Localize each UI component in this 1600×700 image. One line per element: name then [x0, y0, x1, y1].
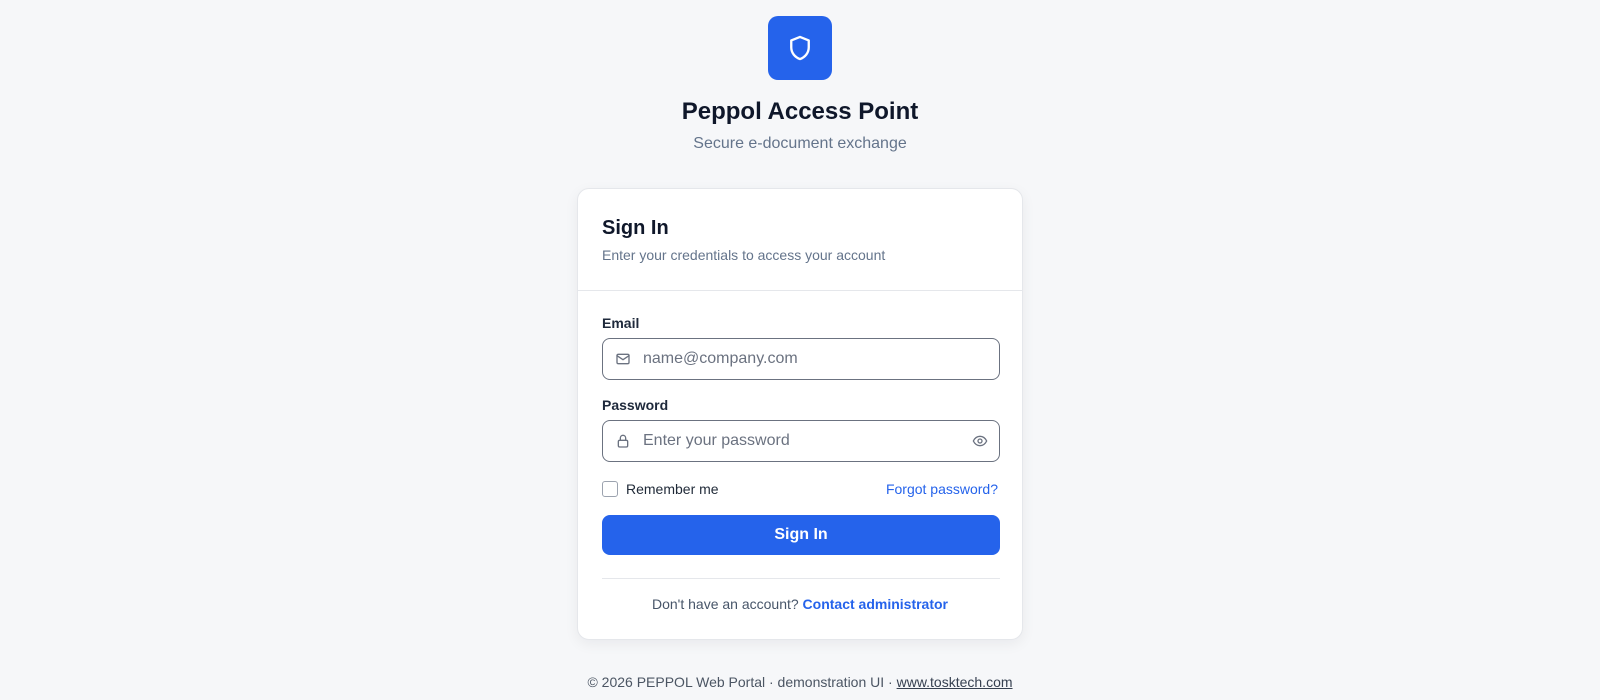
email-input[interactable] — [643, 339, 963, 379]
shield-icon — [790, 35, 810, 61]
remember-me-label: Remember me — [626, 481, 719, 497]
footer-website-link[interactable]: www.tosktech.com — [897, 674, 1013, 690]
lock-icon — [615, 433, 631, 449]
signup-prompt: Don't have an account? Contact administr… — [578, 596, 1022, 612]
email-label: Email — [602, 315, 640, 331]
eye-icon[interactable] — [971, 432, 989, 450]
sign-in-button[interactable]: Sign In — [602, 515, 1000, 555]
contact-administrator-link[interactable]: Contact administrator — [803, 596, 948, 612]
email-field[interactable] — [602, 338, 1000, 380]
card-subtitle: Enter your credentials to access your ac… — [602, 247, 886, 263]
forgot-password-link[interactable]: Forgot password? — [886, 481, 998, 497]
login-page: Peppol Access Point Secure e-document ex… — [0, 0, 1600, 700]
sign-in-card: Sign In Enter your credentials to access… — [577, 188, 1023, 640]
password-label: Password — [602, 397, 669, 413]
remember-me-checkbox[interactable] — [602, 481, 618, 497]
app-title: Peppol Access Point — [681, 98, 919, 125]
app-subtitle: Secure e-document exchange — [693, 135, 907, 152]
footer-text: © 2026 PEPPOL Web Portal · demonstration… — [587, 674, 897, 690]
app-logo — [768, 16, 832, 80]
card-header-divider — [578, 290, 1022, 291]
page-footer: © 2026 PEPPOL Web Portal · demonstration… — [0, 674, 1600, 690]
mail-icon — [615, 351, 631, 367]
card-title: Sign In — [602, 217, 669, 239]
password-input[interactable] — [643, 421, 963, 461]
signup-prompt-text: Don't have an account? — [651, 596, 799, 612]
password-field[interactable] — [602, 420, 1000, 462]
card-footer-divider — [602, 578, 1000, 579]
remember-me-option[interactable]: Remember me — [602, 481, 719, 497]
